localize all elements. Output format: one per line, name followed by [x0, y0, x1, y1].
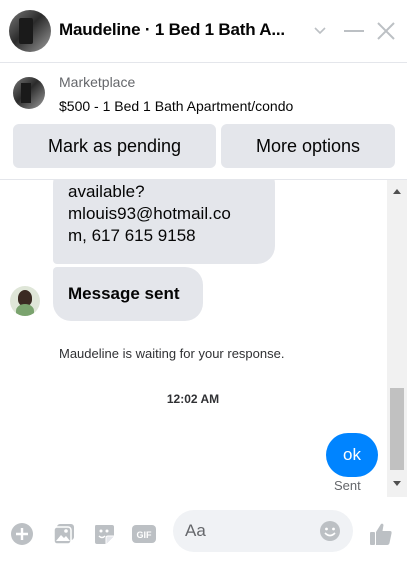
chevron-down-icon[interactable] [307, 18, 333, 44]
message-input[interactable] [185, 520, 305, 542]
thumbs-up-icon[interactable] [368, 521, 394, 547]
plus-icon[interactable] [9, 521, 35, 547]
composer-bar: GIF [0, 497, 407, 569]
mark-as-pending-button[interactable]: Mark as pending [13, 124, 216, 168]
emoji-icon[interactable] [318, 519, 342, 543]
sticker-icon[interactable] [91, 521, 117, 547]
chat-title[interactable]: Maudeline · 1 Bed 1 Bath A... [59, 20, 285, 40]
message-list[interactable]: available? mlouis93@hotmail.co m, 617 61… [0, 180, 407, 497]
avatar[interactable] [9, 10, 51, 52]
sent-status: Sent [334, 478, 361, 493]
listing-thumbnail[interactable] [13, 77, 45, 109]
scroll-down-arrow-icon[interactable] [393, 481, 401, 486]
waiting-notice: Maudeline is waiting for your response. [59, 346, 285, 361]
message-line: m, 617 615 9158 [68, 226, 196, 245]
gif-icon[interactable]: GIF [131, 521, 157, 547]
scrollbar-thumb[interactable] [390, 388, 404, 470]
sender-avatar[interactable] [10, 286, 40, 316]
more-options-button[interactable]: More options [221, 124, 395, 168]
message-timestamp: 12:02 AM [166, 392, 220, 406]
scroll-up-arrow-icon[interactable] [393, 189, 401, 194]
close-icon[interactable] [373, 18, 399, 44]
message-line: mlouis93@hotmail.co [68, 204, 231, 223]
message-composer[interactable] [173, 510, 353, 552]
chat-header: Maudeline · 1 Bed 1 Bath A... [0, 0, 407, 63]
received-message[interactable]: available? mlouis93@hotmail.co m, 617 61… [53, 180, 275, 264]
listing-title[interactable]: $500 - 1 Bed 1 Bath Apartment/condo [59, 98, 293, 114]
marketplace-label: Marketplace [59, 74, 136, 90]
received-message[interactable]: Message sent [53, 267, 203, 321]
sent-message[interactable]: ok [326, 433, 378, 477]
svg-text:GIF: GIF [137, 530, 153, 540]
marketplace-card: Marketplace $500 - 1 Bed 1 Bath Apartmen… [0, 63, 407, 180]
image-icon[interactable] [51, 521, 77, 547]
minimize-icon[interactable] [341, 18, 367, 44]
message-line: available? [68, 182, 145, 201]
